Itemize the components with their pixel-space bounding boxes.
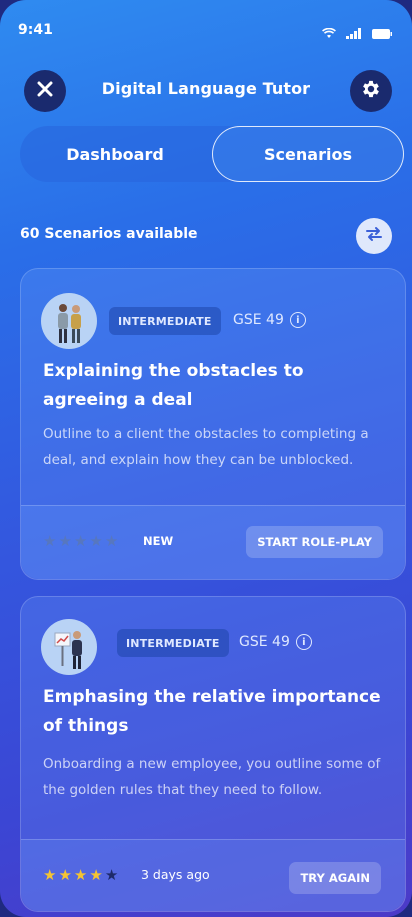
presenter-icon — [41, 619, 97, 675]
try-again-button[interactable]: TRY AGAIN — [289, 862, 381, 894]
star-icon: ★ — [73, 532, 88, 550]
level-badge: INTERMEDIATE — [109, 307, 221, 335]
tab-bar: Dashboard Scenarios — [20, 126, 404, 182]
battery-icon — [372, 24, 392, 43]
last-played-time: 3 days ago — [141, 867, 210, 882]
card-body: INTERMEDIATE GSE 49 i Explaining the obs… — [21, 269, 405, 507]
tab-scenarios[interactable]: Scenarios — [212, 126, 404, 182]
card-title: Emphasing the relative importance of thi… — [43, 687, 381, 736]
card-title: Explaining the obstacles to agreeing a d… — [43, 361, 304, 410]
level-badge: INTERMEDIATE — [117, 629, 229, 657]
info-icon[interactable]: i — [289, 312, 306, 328]
scenario-card[interactable]: INTERMEDIATE GSE 49 i Explaining the obs… — [20, 268, 406, 580]
info-icon[interactable]: i — [295, 634, 312, 650]
gear-icon — [360, 78, 382, 104]
rating-stars: ★ ★ ★ ★ ★ — [43, 868, 118, 883]
card-footer: ★ ★ ★ ★ ★ 3 days ago TRY AGAIN — [21, 839, 405, 911]
app-screen: 9:41 Digital Language Tutor Dashboard Sc… — [0, 0, 412, 917]
star-icon: ★ — [43, 866, 57, 884]
star-icon: ★ — [58, 866, 72, 884]
scenario-count: 60 Scenarios available — [20, 226, 198, 242]
settings-button[interactable] — [350, 70, 392, 112]
card-footer: ★ ★ ★ ★ ★ NEW START ROLE-PLAY — [21, 505, 405, 579]
filter-button[interactable] — [356, 218, 392, 254]
star-icon: ★ — [58, 532, 72, 550]
card-body: INTERMEDIATE GSE 49 i Emphasing the rela… — [21, 597, 405, 837]
star-icon: ★ — [104, 532, 119, 550]
card-description: Onboarding a new employee, you outline s… — [43, 756, 381, 798]
gse-score: GSE 49 i — [233, 312, 306, 328]
tab-dashboard[interactable]: Dashboard — [20, 126, 210, 182]
two-people-icon — [41, 293, 97, 349]
star-icon: ★ — [104, 866, 119, 884]
gse-label: GSE 49 — [233, 312, 284, 328]
status-time: 9:41 — [18, 22, 53, 38]
header: Digital Language Tutor — [20, 70, 392, 114]
scenario-card[interactable]: INTERMEDIATE GSE 49 i Emphasing the rela… — [20, 596, 406, 912]
filter-icon — [365, 225, 383, 247]
star-icon: ★ — [89, 866, 103, 884]
page-title: Digital Language Tutor — [101, 79, 311, 98]
gse-score: GSE 49 i — [239, 634, 312, 650]
star-icon: ★ — [43, 532, 57, 550]
status-bar: 9:41 — [0, 0, 412, 56]
gse-label: GSE 49 — [239, 634, 290, 650]
card-description: Outline to a client the obstacles to com… — [43, 426, 369, 468]
scenario-count-row: 60 Scenarios available — [20, 218, 392, 254]
star-icon: ★ — [73, 866, 88, 884]
signal-icon — [346, 24, 362, 43]
status-icons — [322, 24, 392, 43]
rating-stars: ★ ★ ★ ★ ★ — [43, 534, 118, 549]
wifi-icon — [322, 24, 336, 43]
star-icon: ★ — [89, 532, 103, 550]
start-role-play-button[interactable]: START ROLE-PLAY — [246, 526, 383, 558]
status-badge: NEW — [143, 534, 174, 548]
